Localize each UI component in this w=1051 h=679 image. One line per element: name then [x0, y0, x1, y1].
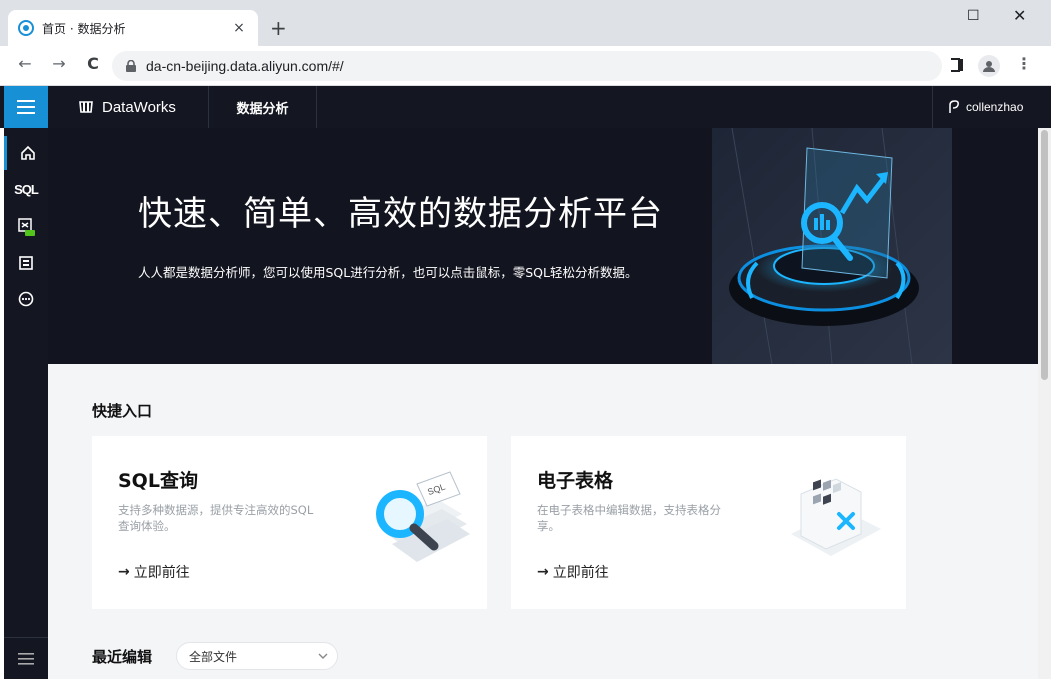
module-tab-data-analysis[interactable]: 数据分析 [209, 86, 317, 128]
main-scrollbar[interactable] [1038, 128, 1051, 679]
forward-button[interactable]: → [48, 54, 70, 73]
card-description: 在电子表格中编辑数据，支持表格分享。 [537, 503, 721, 533]
report-icon [19, 256, 33, 270]
spreadsheet-card[interactable]: 电子表格 在电子表格中编辑数据，支持表格分享。 → 立即前往 [511, 436, 906, 609]
dataanalysis-favicon-icon [18, 20, 34, 36]
lock-icon[interactable] [126, 60, 136, 72]
dataworks-logo-icon [78, 99, 94, 115]
arrow-right-icon: → [537, 564, 549, 580]
sql-magnifier-illustration: SQL [376, 471, 470, 562]
address-bar[interactable]: da-cn-beijing.data.aliyun.com/#/ [112, 51, 942, 81]
quick-entry-title: 快捷入口 [92, 402, 153, 420]
file-filter-select[interactable]: 全部文件 [176, 642, 338, 670]
user-name: collenzhao [966, 100, 1024, 114]
tab-close-icon[interactable]: × [230, 20, 248, 36]
card-title: 电子表格 [537, 470, 614, 492]
spreadsheet-beta-icon [18, 218, 35, 236]
window-maximize-button[interactable]: ☐ [967, 8, 980, 24]
go-now-label: 立即前往 [552, 565, 609, 581]
spreadsheet-illustration [791, 478, 881, 556]
arrow-right-icon: → [118, 564, 130, 580]
card-title: SQL查询 [118, 470, 198, 492]
chevron-down-icon [309, 651, 337, 662]
home-icon [20, 145, 35, 160]
browser-toolbar: ← → C da-cn-beijing.data.aliyun.com/#/ ⋮ [0, 46, 1051, 86]
hamburger-icon [17, 100, 35, 114]
browser-tab[interactable]: 首页 · 数据分析 × [8, 10, 258, 46]
banner-title: 快速、简单、高效的数据分析平台 [138, 194, 663, 234]
browser-menu-button[interactable]: ⋮ [1016, 54, 1032, 73]
sidebar-item-spreadsheet[interactable] [4, 210, 48, 244]
sidebar-collapse-button[interactable] [4, 637, 48, 679]
go-now-link[interactable]: → 立即前往 [118, 562, 190, 582]
banner-subtitle: 人人都是数据分析师，您可以使用SQL进行分析，也可以点击鼠标，零SQL轻松分析数… [138, 265, 638, 280]
banner-illustration [712, 128, 952, 364]
hero-banner: 快速、简单、高效的数据分析平台 人人都是数据分析师，您可以使用SQL进行分析，也… [48, 128, 1038, 364]
sidebar-item-sql[interactable]: SQL [4, 172, 48, 206]
app-header: DataWorks 数据分析 collenzhao [0, 86, 1051, 128]
sidebar-item-home[interactable] [4, 136, 48, 170]
hamburger-menu-button[interactable] [4, 86, 48, 128]
go-now-link[interactable]: → 立即前往 [537, 562, 609, 582]
window-close-button[interactable]: ✕ [1013, 6, 1026, 25]
sql-query-card[interactable]: SQL查询 支持多种数据源，提供专注高效的SQL查询体验。 → 立即前往 SQL [92, 436, 487, 609]
new-tab-button[interactable]: + [270, 16, 287, 40]
brand-name: DataWorks [102, 98, 176, 116]
card-description: 支持多种数据源，提供专注高效的SQL查询体验。 [118, 503, 314, 533]
menu-icon [18, 652, 34, 665]
brand-logo-link[interactable]: DataWorks [48, 86, 209, 128]
url-text[interactable]: da-cn-beijing.data.aliyun.com/#/ [146, 58, 344, 74]
sql-icon: SQL [14, 181, 39, 197]
back-button[interactable]: ← [14, 54, 36, 73]
extension-icon[interactable] [950, 57, 964, 73]
tab-title: 首页 · 数据分析 [42, 21, 126, 36]
browser-tab-strip: 首页 · 数据分析 × + ☐ ✕ [0, 0, 1051, 46]
left-sidebar: SQL [4, 128, 48, 679]
main-content: 快速、简单、高效的数据分析平台 人人都是数据分析师，您可以使用SQL进行分析，也… [48, 128, 1038, 679]
user-icon [947, 100, 961, 114]
user-menu[interactable]: collenzhao [932, 86, 1038, 128]
sidebar-item-report[interactable] [4, 246, 48, 280]
sidebar-item-more[interactable] [4, 282, 48, 316]
recent-edits-title: 最近编辑 [92, 648, 153, 666]
scrollbar-thumb[interactable] [1041, 130, 1048, 380]
profile-icon[interactable] [978, 55, 1000, 77]
go-now-label: 立即前往 [133, 565, 190, 581]
more-icon [18, 291, 34, 307]
reload-button[interactable]: C [82, 54, 104, 73]
filter-selected-value: 全部文件 [189, 649, 238, 664]
